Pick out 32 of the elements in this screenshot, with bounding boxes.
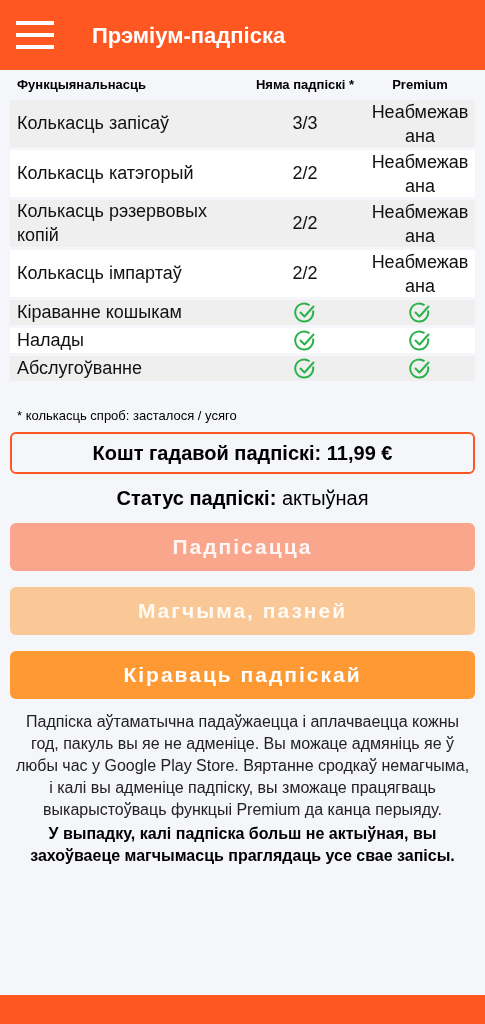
table-cell-text: 2/2: [292, 212, 318, 235]
feature-name: Налады: [17, 329, 84, 350]
feature-name: Абслугоўванне: [17, 357, 143, 378]
check-circle-icon: [294, 357, 316, 380]
table-cell-text: 2/2: [292, 162, 318, 185]
subscription-status: Статус падпіскі: актыўная: [116, 486, 369, 511]
feature-name: Колькасць катэгорый: [17, 162, 194, 183]
notice-text: Падпіска аўтаматычна падаўжаецца і аплачваецца кожны год, пакуль вы яе не адменіце. Вы можаце адмяніць яе ў любы час у Google Play Store. Вяртанне сродкаў немагчыма, і калі вы адменіце падпіску, вы зможаце працягваць выкарыстоўваць функцыі Premium да канца перыяду.: [14, 712, 471, 820]
app-bar-title: Прэміум-падпіска: [92, 21, 286, 50]
check-circle-icon: [409, 357, 431, 380]
column-header: Няма падпіскі *: [255, 77, 355, 93]
action-button[interactable]: Кіраваць падпіскай: [10, 651, 475, 699]
column-header: Функцыянальнасць: [17, 77, 146, 93]
warning-text: У выпадку, калі падпіска больш не актыўная, вы захоўваеце магчымасць праглядаць усе свае запісы.: [29, 824, 456, 866]
table-cell-text: Неабмежавана: [370, 100, 470, 148]
footnote: * колькасць спроб: засталося / усяго: [17, 408, 237, 423]
feature-name: Колькасць запісаў: [17, 112, 169, 133]
table-cell-text: 2/2: [292, 262, 318, 285]
feature-name: Колькасць рэзервовых копій: [17, 200, 207, 245]
feature-name: Колькасць імпартаў: [17, 262, 182, 283]
table-cell-text: Неабмежавана: [370, 200, 470, 248]
check-circle-icon: [294, 301, 316, 324]
table-cell-text: Неабмежавана: [370, 150, 470, 198]
price-box: Кошт гадавой падпіскі: 11,99 €: [10, 432, 475, 474]
menu-icon[interactable]: [16, 21, 54, 49]
check-circle-icon: [409, 329, 431, 352]
check-circle-icon: [294, 329, 316, 352]
column-header: Premium: [392, 77, 448, 93]
feature-name: Кіраванне кошыкам: [17, 301, 182, 322]
check-circle-icon: [409, 301, 431, 324]
table-cell-text: Неабмежавана: [370, 250, 470, 298]
table-cell-text: 3/3: [292, 112, 318, 135]
